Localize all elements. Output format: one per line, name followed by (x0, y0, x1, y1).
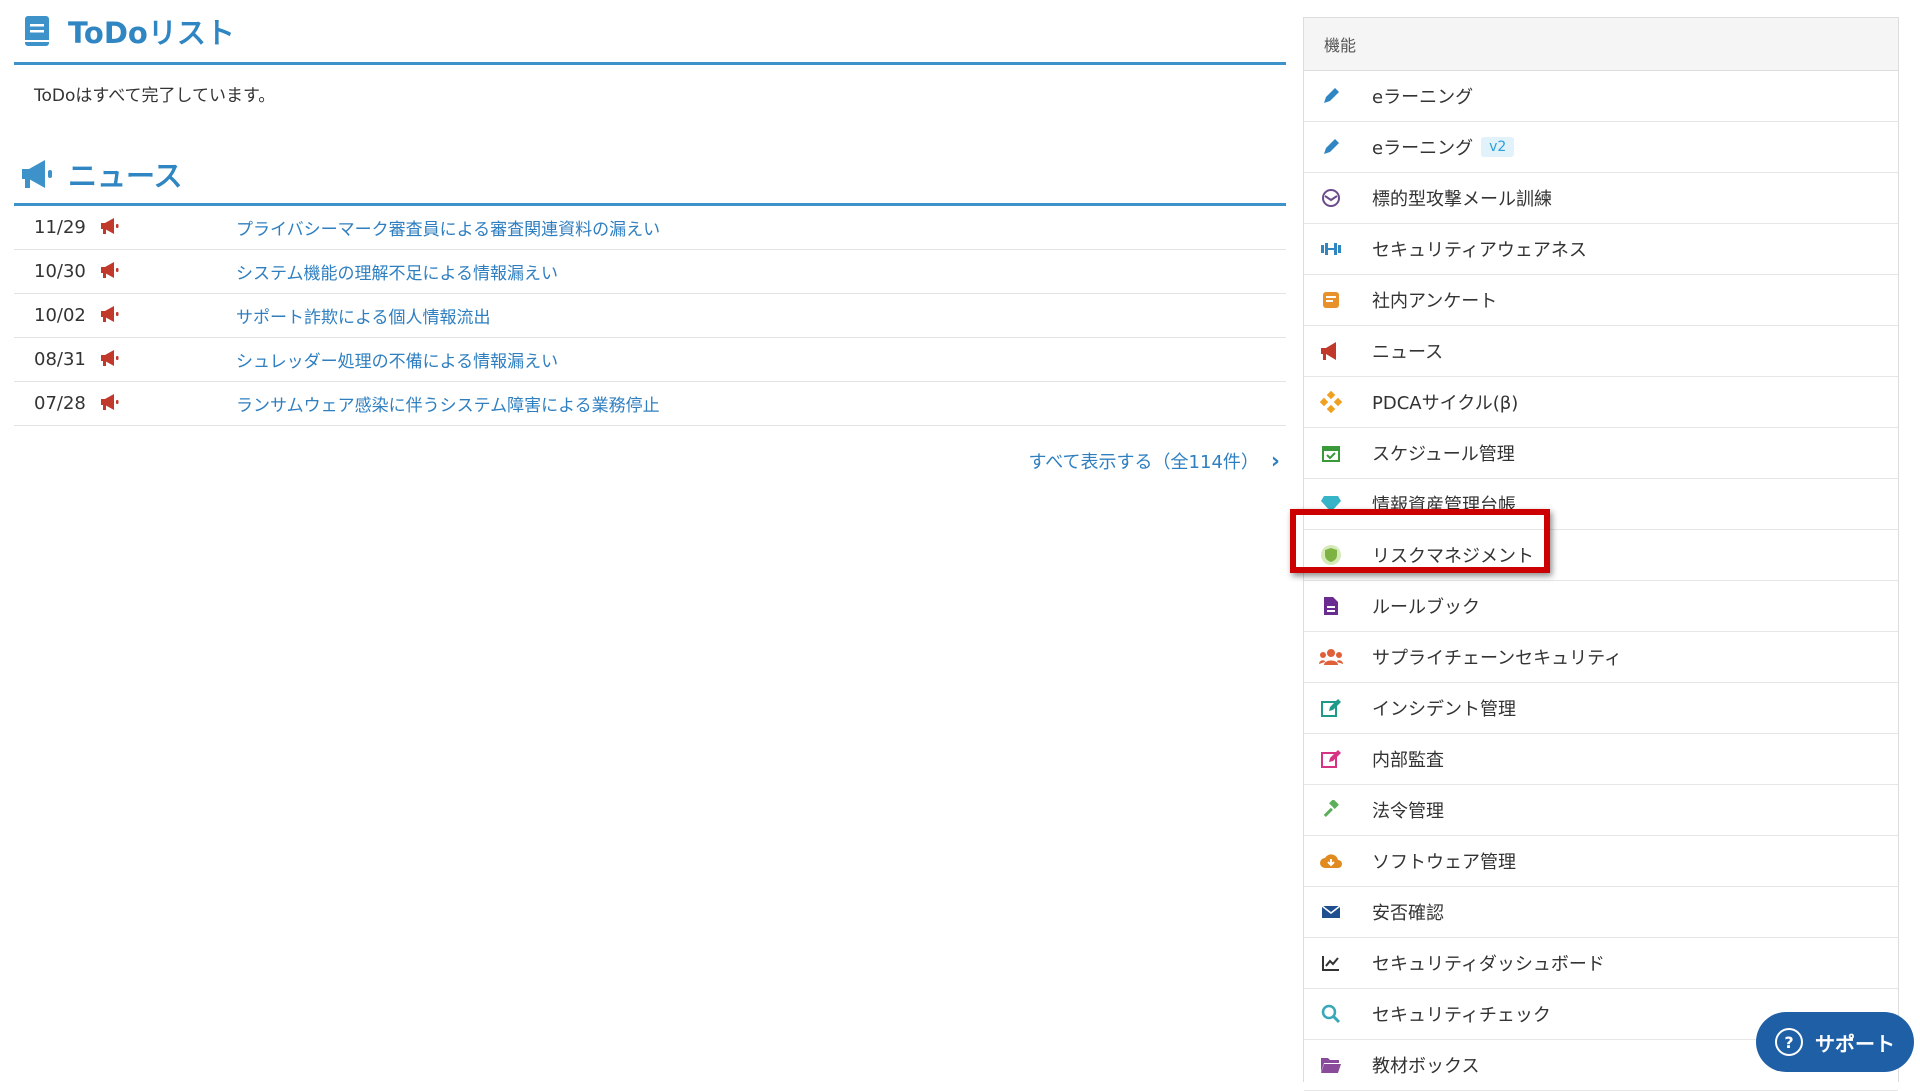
cloud-download-icon (1318, 848, 1344, 874)
news-section-title: ニュース (14, 145, 1286, 206)
feature-label: eラーニング (1372, 87, 1474, 108)
features-header: 機能 (1304, 18, 1898, 71)
feature-item[interactable]: ソフトウェア管理 (1304, 836, 1898, 887)
highlight-box (1290, 509, 1550, 573)
feature-label: スケジュール管理 (1372, 444, 1515, 465)
news-date: 07/28 (34, 393, 86, 414)
support-button[interactable]: ? サポート (1756, 1012, 1914, 1072)
news-title: ニュース (68, 159, 183, 193)
feature-item[interactable]: 内部監査 (1304, 734, 1898, 785)
feature-item[interactable]: ニュース (1304, 326, 1898, 377)
feature-label: PDCAサイクル(β) (1372, 393, 1519, 414)
megaphone-icon (90, 217, 236, 239)
features-list: eラーニング eラーニング v2 標的型攻撃メール訓練セキュリティアウェアネス 社内アン… (1304, 71, 1898, 1091)
feature-item[interactable]: ルールブック (1304, 581, 1898, 632)
news-row: 07/28 ランサムウェア感染に伴うシステム障害による業務停止 (14, 382, 1286, 426)
feature-item[interactable]: 安否確認 (1304, 887, 1898, 938)
survey-icon (1318, 287, 1344, 313)
users-icon (1318, 644, 1344, 670)
feature-item[interactable]: セキュリティアウェアネス (1304, 224, 1898, 275)
feature-item[interactable]: 標的型攻撃メール訓練 (1304, 173, 1898, 224)
megaphone-icon (18, 155, 56, 193)
envelope-icon (1318, 899, 1344, 925)
feature-label: eラーニング (1372, 138, 1474, 159)
feature-label: セキュリティアウェアネス (1372, 240, 1587, 261)
cycle-icon (1318, 389, 1344, 415)
feature-item[interactable]: サプライチェーンセキュリティ (1304, 632, 1898, 683)
feature-item[interactable]: インシデント管理 (1304, 683, 1898, 734)
feature-label: インシデント管理 (1372, 699, 1516, 720)
search-icon (1318, 1001, 1344, 1027)
news-row: 10/30 システム機能の理解不足による情報漏えい (14, 250, 1286, 294)
feature-item[interactable]: eラーニング v2 (1304, 122, 1898, 173)
feature-item[interactable]: 社内アンケート (1304, 275, 1898, 326)
show-all-news-link[interactable]: すべて表示する（全114件） › (1029, 448, 1280, 474)
feature-item[interactable]: 法令管理 (1304, 785, 1898, 836)
news-row: 10/02 サポート詐欺による個人情報流出 (14, 294, 1286, 338)
news-link[interactable]: ランサムウェア感染に伴うシステム障害による業務停止 (236, 391, 660, 416)
news-date: 11/29 (34, 217, 86, 238)
megaphone-icon (90, 349, 236, 371)
chevron-right-icon: › (1270, 448, 1280, 474)
news-link[interactable]: シュレッダー処理の不備による情報漏えい (236, 347, 558, 372)
feature-item[interactable]: PDCAサイクル(β) (1304, 377, 1898, 428)
feature-label: 標的型攻撃メール訓練 (1372, 189, 1552, 210)
news-row: 08/31 シュレッダー処理の不備による情報漏えい (14, 338, 1286, 382)
feature-label: 安否確認 (1372, 903, 1444, 924)
feature-label: 社内アンケート (1372, 291, 1498, 312)
edit-icon (1318, 695, 1344, 721)
news-link[interactable]: プライバシーマーク審査員による審査関連資料の漏えい (236, 215, 660, 240)
news-link[interactable]: サポート詐欺による個人情報流出 (236, 303, 491, 328)
gavel-icon (1318, 797, 1344, 823)
feature-label: セキュリティダッシュボード (1372, 954, 1605, 975)
feature-label: 教材ボックス (1372, 1056, 1480, 1077)
edit-icon (1318, 746, 1344, 772)
feature-label: サプライチェーンセキュリティ (1372, 648, 1623, 669)
megaphone-icon (1318, 338, 1344, 364)
todo-book-icon (18, 12, 56, 50)
line-chart-icon (1318, 950, 1344, 976)
news-list: 11/29 プライバシーマーク審査員による審査関連資料の漏えい 10/30 システム機… (14, 206, 1286, 426)
folder-open-icon (1318, 1052, 1344, 1078)
feature-label: 法令管理 (1372, 801, 1444, 822)
megaphone-icon (90, 261, 236, 283)
question-circle-icon: ? (1775, 1028, 1803, 1056)
news-link[interactable]: システム機能の理解不足による情報漏えい (236, 259, 558, 284)
feature-label: ソフトウェア管理 (1372, 852, 1516, 873)
megaphone-icon (90, 393, 236, 415)
version-badge: v2 (1481, 137, 1515, 157)
todo-title: ToDoリスト (68, 16, 235, 50)
calendar-check-icon (1318, 440, 1344, 466)
mail-attack-icon (1318, 185, 1344, 211)
pencil-icon (1318, 83, 1344, 109)
feature-item[interactable]: セキュリティダッシュボード (1304, 938, 1898, 989)
feature-label: ニュース (1372, 342, 1444, 363)
megaphone-icon (90, 305, 236, 327)
todo-section-title: ToDoリスト (14, 0, 1286, 65)
support-label: サポート (1815, 1031, 1895, 1056)
news-date: 10/30 (34, 261, 86, 282)
feature-item[interactable]: スケジュール管理 (1304, 428, 1898, 479)
todo-message: ToDoはすべて完了しています。 (34, 86, 276, 106)
news-date: 10/02 (34, 305, 86, 326)
document-icon (1318, 593, 1344, 619)
news-row: 11/29 プライバシーマーク審査員による審査関連資料の漏えい (14, 206, 1286, 250)
pencil-icon (1318, 134, 1344, 160)
main-content: ToDoリスト ToDoはすべて完了しています。 ニュース 11/29 プライバシ… (14, 0, 1286, 426)
feature-label: ルールブック (1372, 597, 1480, 618)
feature-item[interactable]: eラーニング (1304, 71, 1898, 122)
show-all-label: すべて表示する（全114件） (1028, 452, 1259, 473)
news-date: 08/31 (34, 349, 86, 370)
feature-label: セキュリティチェック (1372, 1005, 1551, 1026)
dumbbell-icon (1318, 236, 1344, 262)
feature-label: 内部監査 (1372, 750, 1444, 771)
